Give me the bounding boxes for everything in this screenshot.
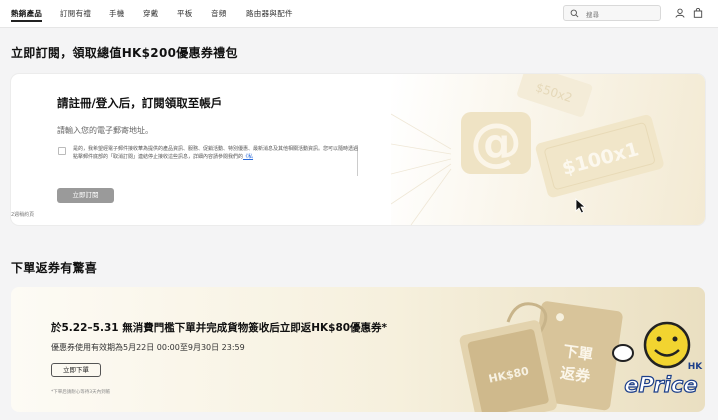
search-icon: [570, 9, 579, 18]
email-hint: 請輸入您的電子郵寄地址。: [57, 126, 153, 135]
top-nav: 熱銷產品 訂閱有禮 手機 穿戴 平板 音頻 路由器與配件 搜尋: [0, 0, 718, 28]
rebate-heading: 於5.22–5.31 無消費門檻下單并完成貨物簽收后立即返HK$80優惠券*: [51, 322, 388, 334]
order-now-button[interactable]: 立即下單: [51, 363, 101, 377]
nav-item-subscribe-gifts[interactable]: 訂閱有禮: [60, 8, 91, 19]
card-heading: 請註冊/登入后，訂閱領取至帳戶: [57, 96, 223, 110]
nav-item-wearables[interactable]: 穿戴: [143, 8, 159, 19]
rebate-note: *下單后請耐心等待3天內到帳: [51, 390, 111, 395]
svg-text:ePrice: ePrice: [624, 373, 697, 397]
consent-body: 是的，我希望經電子郵件接收華為提供的產品資訊、服務、促銷活動、特別優惠、最新消息…: [73, 146, 359, 160]
shopping-bag-icon[interactable]: [693, 8, 703, 18]
subscribe-section-title: 立即訂閱，領取總值HK$200優惠券禮包: [11, 46, 238, 60]
subscribe-button[interactable]: 立即訂閱: [57, 188, 114, 203]
consent-text: 是的，我希望經電子郵件接收華為提供的產品資訊、服務、促銷活動、特別優惠、最新消息…: [73, 146, 358, 161]
nav-item-routers-accessories[interactable]: 路由器與配件: [246, 8, 293, 19]
mouse-cursor-icon: [575, 198, 586, 214]
nav-item-hot-products[interactable]: 熱銷產品: [11, 8, 42, 19]
nav-item-audio[interactable]: 音頻: [211, 8, 227, 19]
nav-active-indicator: [11, 20, 42, 22]
user-icon[interactable]: [675, 8, 685, 18]
subscribe-note: 2週稍約頁: [11, 212, 35, 218]
search-input[interactable]: 搜尋: [563, 5, 661, 21]
consent-checkbox[interactable]: [58, 147, 66, 155]
nav-item-tablets[interactable]: 平板: [177, 8, 193, 19]
search-placeholder: 搜尋: [586, 11, 599, 19]
eprice-watermark-logo: ePrice HK: [612, 321, 704, 398]
privacy-link[interactable]: 《私: [243, 154, 253, 160]
order-rebate-section-title: 下單返券有驚喜: [11, 261, 98, 275]
rebate-validity: 優惠券使用有效期為5月22日 00:00至9月30日 23:59: [51, 343, 245, 352]
svg-text:@: @: [470, 113, 522, 173]
svg-text:HK: HK: [688, 362, 704, 372]
coupon-illustration: @ $50x2 $100x1: [390, 74, 705, 225]
nav-item-phones[interactable]: 手機: [109, 8, 125, 19]
